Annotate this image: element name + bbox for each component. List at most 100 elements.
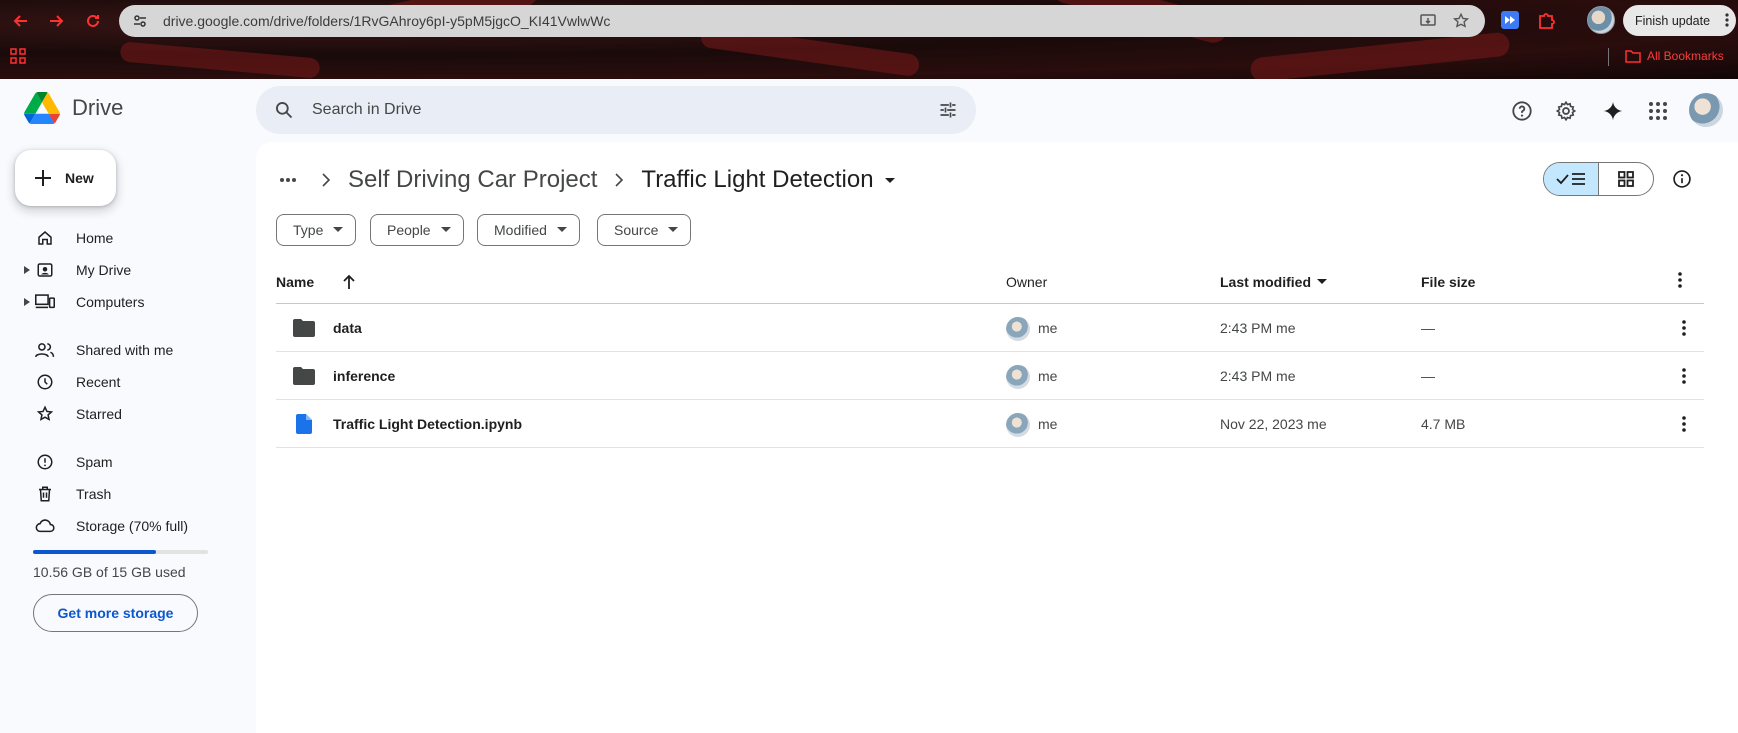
address-bar[interactable]: drive.google.com/drive/folders/1RvGAhroy… [119, 5, 1485, 37]
file-name[interactable]: Traffic Light Detection.ipynb [333, 416, 522, 432]
column-name-label: Name [276, 274, 315, 290]
chrome-menu-icon[interactable] [1724, 12, 1730, 31]
last-modified-text: 2:43 PM me [1220, 320, 1296, 336]
filter-people-chip[interactable]: People [370, 214, 464, 246]
main-content: Self Driving Car Project Traffic Light D… [256, 142, 1738, 733]
google-apps-icon[interactable] [1643, 96, 1673, 126]
sidebar-item-label: Starred [76, 406, 122, 422]
sidebar-item-starred[interactable]: Starred [22, 399, 122, 429]
all-bookmarks-button[interactable]: All Bookmarks [1625, 49, 1724, 63]
view-toggle [1543, 162, 1654, 196]
list-view-button[interactable] [1544, 163, 1599, 195]
breadcrumb-current[interactable]: Traffic Light Detection [641, 166, 873, 194]
get-more-storage-button[interactable]: Get more storage [33, 594, 198, 632]
filter-source-chip[interactable]: Source [597, 214, 692, 246]
table-row[interactable]: Traffic Light Detection.ipynb me Nov 22,… [276, 400, 1704, 448]
sidebar-item-my-drive[interactable]: My Drive [22, 255, 131, 285]
site-info-icon[interactable] [129, 10, 151, 32]
more-vert-icon[interactable] [1672, 412, 1696, 436]
url-text: drive.google.com/drive/folders/1RvGAhroy… [163, 13, 611, 29]
folder-icon [292, 364, 316, 388]
chip-label: Type [293, 222, 324, 238]
owner-avatar [1006, 317, 1030, 341]
search-options-icon[interactable] [936, 98, 960, 122]
extension-fastforward-icon[interactable] [1498, 8, 1522, 32]
breadcrumb-parent[interactable]: Self Driving Car Project [348, 166, 597, 194]
sidebar-item-label: Computers [76, 294, 145, 310]
profile-avatar[interactable] [1587, 6, 1615, 34]
search-input[interactable] [312, 101, 892, 119]
storage-progress-fill [33, 550, 156, 554]
cloud-icon [34, 515, 56, 537]
file-name[interactable]: data [333, 320, 362, 336]
document-file-icon [292, 412, 316, 436]
chevron-right-icon [322, 173, 330, 187]
home-icon [34, 227, 56, 249]
storage-usage-text: 10.56 GB of 15 GB used [33, 564, 186, 580]
file-size-text: — [1421, 368, 1435, 384]
sidebar-item-computers[interactable]: Computers [22, 287, 144, 317]
grid-view-icon [1617, 171, 1634, 187]
filter-modified-chip[interactable]: Modified [477, 214, 580, 246]
more-vert-icon[interactable] [1672, 364, 1696, 388]
dropdown-arrow-icon [440, 227, 451, 232]
column-owner[interactable]: Owner [1006, 274, 1047, 290]
reload-icon[interactable] [82, 10, 104, 32]
finish-update-button[interactable]: Finish update [1623, 5, 1737, 36]
gemini-sparkle-icon[interactable] [1598, 96, 1628, 126]
clock-icon [34, 371, 56, 393]
dropdown-arrow-icon [333, 227, 344, 232]
sidebar-item-home[interactable]: Home [22, 223, 113, 253]
shared-icon [34, 339, 56, 361]
browser-chrome: drive.google.com/drive/folders/1RvGAhroy… [0, 0, 1738, 79]
expand-caret-icon[interactable] [22, 266, 32, 274]
account-avatar[interactable] [1689, 93, 1723, 127]
extensions-puzzle-icon[interactable] [1534, 8, 1558, 32]
sort-dropdown-icon [1317, 279, 1328, 284]
apps-grid-icon[interactable] [10, 48, 26, 69]
column-name[interactable]: Name [276, 274, 356, 290]
file-name[interactable]: inference [333, 368, 395, 384]
more-horiz-icon[interactable] [272, 164, 304, 196]
sidebar-item-shared-with-me[interactable]: Shared with me [22, 335, 173, 365]
owner-text: me [1038, 416, 1058, 432]
dropdown-arrow-icon [556, 227, 567, 232]
table-row[interactable]: inference me 2:43 PM me — [276, 352, 1704, 400]
folder-icon [292, 316, 316, 340]
settings-gear-icon[interactable] [1551, 96, 1581, 126]
sidebar-item-label: Recent [76, 374, 121, 390]
folder-menu-dropdown-icon[interactable] [884, 177, 896, 184]
table-row[interactable]: data me 2:43 PM me — [276, 304, 1704, 352]
filter-type-chip[interactable]: Type [276, 214, 357, 246]
file-size-text: — [1421, 320, 1435, 336]
expand-caret-icon[interactable] [22, 298, 32, 306]
storage-progress-bar [33, 550, 208, 554]
my-drive-icon [34, 259, 56, 281]
grid-view-button[interactable] [1599, 163, 1654, 195]
search-icon[interactable] [272, 98, 296, 122]
sidebar-item-storage[interactable]: Storage (70% full) [22, 511, 188, 541]
owner-avatar [1006, 365, 1030, 389]
drive-logo[interactable]: Drive [24, 92, 123, 124]
more-vert-icon[interactable] [1672, 316, 1696, 340]
sidebar-item-label: Storage (70% full) [76, 518, 189, 534]
column-file-size[interactable]: File size [1421, 274, 1475, 290]
chip-label: Modified [494, 222, 547, 238]
help-icon[interactable] [1507, 96, 1537, 126]
more-vert-icon[interactable] [1678, 272, 1682, 288]
forward-icon[interactable] [45, 10, 67, 32]
sidebar-item-recent[interactable]: Recent [22, 367, 120, 397]
bookmark-star-icon[interactable] [1446, 6, 1476, 36]
sidebar-item-trash[interactable]: Trash [22, 479, 111, 509]
back-icon[interactable] [10, 10, 32, 32]
sort-arrow-up-icon[interactable] [342, 274, 356, 290]
sidebar-item-label: Spam [76, 454, 113, 470]
sidebar-item-spam[interactable]: Spam [22, 447, 113, 477]
bookmarks-separator [1608, 48, 1609, 66]
new-button[interactable]: New [15, 150, 116, 206]
info-icon[interactable] [1666, 163, 1698, 195]
install-app-icon[interactable] [1413, 6, 1443, 36]
sidebar-item-label: Shared with me [76, 342, 174, 358]
column-last-modified[interactable]: Last modified [1220, 274, 1328, 290]
search-bar[interactable] [256, 86, 976, 134]
